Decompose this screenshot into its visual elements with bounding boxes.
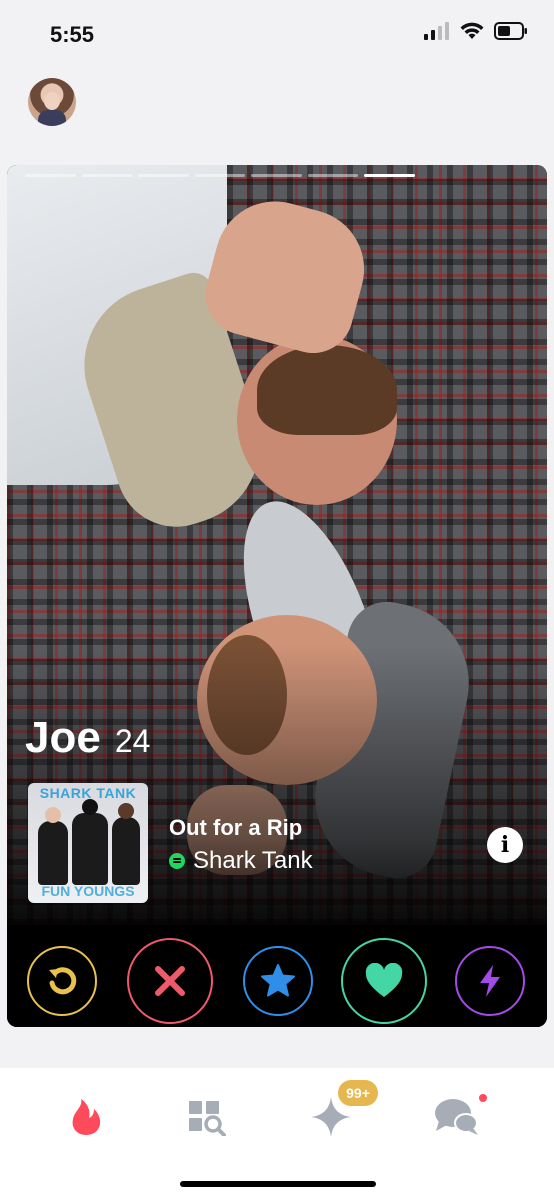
home-indicator[interactable] — [180, 1181, 376, 1187]
profile-card[interactable]: Joe 24 SHARK TANK FUN YOUNGS Out for a R… — [7, 165, 547, 1027]
album-art[interactable]: SHARK TANK FUN YOUNGS — [28, 783, 148, 903]
likes-count-badge: 99+ — [338, 1080, 378, 1106]
photo-progress-segment[interactable] — [251, 174, 302, 177]
nope-button[interactable] — [127, 938, 213, 1024]
album-art-subtitle: FUN YOUNGS — [41, 883, 135, 899]
avatar-face — [44, 92, 60, 110]
lightning-icon — [480, 965, 500, 997]
flame-icon — [72, 1099, 101, 1135]
undo-icon — [49, 967, 77, 995]
photo-progress-bar — [25, 174, 416, 177]
status-icons — [424, 22, 528, 40]
track-artist-row[interactable]: Shark Tank — [169, 847, 313, 875]
avatar-body — [38, 110, 66, 126]
grid-search-icon — [189, 1101, 226, 1136]
status-bar: 5:55 — [0, 0, 554, 64]
album-figure — [72, 799, 108, 885]
track-title[interactable]: Out for a Rip — [169, 815, 302, 841]
album-figure — [38, 807, 68, 885]
photo-progress-segment[interactable] — [194, 174, 246, 177]
like-button[interactable] — [341, 938, 427, 1024]
rewind-button[interactable] — [27, 946, 97, 1016]
track-artist: Shark Tank — [193, 847, 313, 874]
star-icon — [261, 964, 295, 997]
photo-progress-segment[interactable] — [25, 174, 76, 177]
info-button[interactable]: i — [487, 827, 523, 863]
messages-notification-dot — [479, 1094, 487, 1102]
boost-button[interactable] — [455, 946, 525, 1016]
wifi-icon — [460, 22, 484, 39]
action-bar — [7, 925, 547, 1027]
photo-beard-upper — [257, 345, 397, 435]
battery-icon — [494, 22, 527, 40]
cellular-signal-icon — [424, 22, 449, 40]
spotify-icon — [169, 853, 185, 869]
photo-progress-segment[interactable] — [81, 174, 133, 177]
nav-home[interactable] — [61, 1094, 111, 1140]
nav-messages[interactable] — [432, 1094, 482, 1140]
chat-bubbles-icon — [435, 1099, 478, 1135]
photo-progress-segment[interactable] — [138, 174, 189, 177]
profile-age: 24 — [114, 723, 151, 759]
profile-photo[interactable]: Joe 24 SHARK TANK FUN YOUNGS Out for a R… — [7, 165, 547, 925]
profile-name: Joe — [25, 713, 101, 762]
status-time: 5:55 — [50, 22, 95, 47]
nav-explore[interactable] — [180, 1094, 230, 1140]
name-row: Joe 24 — [25, 713, 150, 763]
x-icon — [155, 966, 185, 996]
album-figure — [112, 803, 140, 885]
photo-progress-segment[interactable] — [364, 174, 416, 177]
photo-progress-segment[interactable] — [307, 174, 359, 177]
profile-avatar[interactable] — [28, 78, 76, 126]
heart-icon — [365, 963, 403, 997]
super-like-button[interactable] — [243, 946, 313, 1016]
